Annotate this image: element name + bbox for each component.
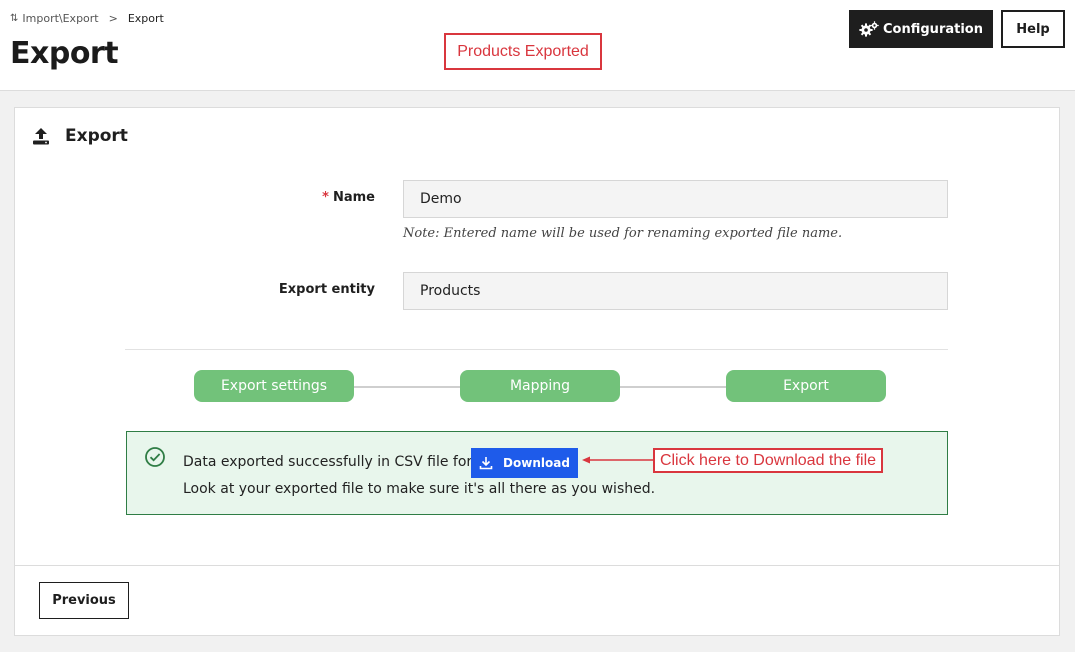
success-message: Data exported successfully in CSV file f…: [126, 431, 948, 515]
name-label: * Name: [15, 190, 375, 205]
help-button[interactable]: Help: [1001, 10, 1065, 48]
download-annotation: Click here to Download the file: [653, 448, 883, 473]
page-title: Export: [10, 36, 119, 71]
upload-icon: [33, 128, 49, 145]
success-text-line2: Look at your exported file to make sure …: [183, 481, 656, 497]
step-connector: [353, 386, 461, 388]
footer-divider: [15, 565, 1059, 566]
step-export[interactable]: Export: [726, 370, 886, 402]
divider: [125, 349, 948, 350]
configuration-button[interactable]: Configuration: [849, 10, 993, 48]
breadcrumb: ⇅ Import\Export > Export: [10, 12, 164, 25]
download-label: Download: [503, 456, 570, 470]
breadcrumb-parent[interactable]: Import\Export: [22, 12, 98, 25]
previous-button[interactable]: Previous: [39, 582, 129, 619]
name-note: Note: Entered name will be used for rena…: [403, 226, 843, 241]
step-mapping[interactable]: Mapping: [460, 370, 620, 402]
export-card: Export * Name Demo Note: Entered name wil…: [14, 107, 1060, 636]
download-icon: [479, 457, 493, 470]
success-text-line1: Data exported successfully in CSV file f…: [183, 454, 505, 470]
annotation-arrow-icon: [582, 456, 654, 464]
card-header: Export: [31, 126, 128, 146]
step-export-settings[interactable]: Export settings: [194, 370, 354, 402]
name-label-text: Name: [332, 190, 375, 205]
export-entity-select[interactable]: Products: [403, 272, 948, 310]
breadcrumb-current: Export: [127, 12, 164, 25]
check-circle-icon: [145, 447, 165, 467]
configuration-label: Configuration: [883, 21, 983, 37]
gears-icon: [859, 21, 879, 37]
import-export-icon: ⇅: [10, 13, 19, 24]
download-button[interactable]: Download: [471, 448, 578, 478]
products-exported-annotation: Products Exported: [444, 33, 602, 70]
step-connector: [619, 386, 727, 388]
required-mark: *: [322, 190, 329, 205]
breadcrumb-separator: >: [108, 12, 118, 25]
name-input[interactable]: Demo: [403, 180, 948, 218]
export-entity-label: Export entity: [278, 282, 375, 297]
card-title: Export: [65, 126, 128, 146]
top-bar: ⇅ Import\Export > Export Export Products…: [0, 0, 1075, 91]
